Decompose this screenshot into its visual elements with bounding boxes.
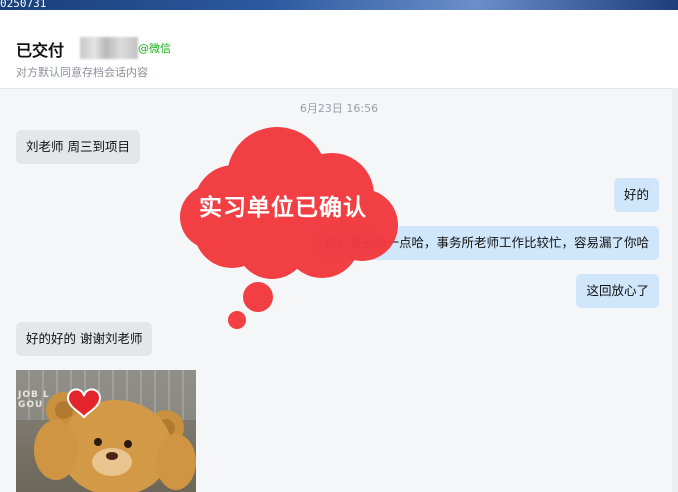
chat-title[interactable]: 已交付	[16, 37, 64, 61]
message-text: 自己要主动一点哈，事务所老师工作比较忙，容易漏了你哈	[323, 235, 649, 250]
message-bubble[interactable]: 刘老师 周三到项目	[16, 130, 140, 164]
message-text: 好的好的 谢谢刘老师	[26, 331, 143, 346]
teddy-bear-heart-icon	[34, 388, 196, 492]
chat-header: 已交付 @微信 对方默认同意存档会话内容	[0, 10, 678, 89]
message-bubble[interactable]: 这回放心了	[576, 274, 659, 308]
message-bubble[interactable]: 好的	[613, 178, 659, 212]
chat-scrollbar[interactable]	[672, 88, 678, 492]
window-top-strip: 0250731	[0, 0, 678, 10]
blurred-contact-name	[80, 37, 138, 59]
message-timestamp: 6月23日 16:56	[299, 102, 379, 115]
message-text: 这回放心了	[586, 283, 649, 298]
archive-notice: 对方默认同意存档会话内容	[16, 66, 148, 79]
sticker-text: 实习单位已确认	[199, 195, 367, 221]
image-message[interactable]: JOB L GOU	[16, 370, 196, 492]
message-bubble[interactable]: 自己要主动一点哈，事务所老师工作比较忙，容易漏了你哈	[313, 226, 659, 260]
message-bubble[interactable]: 好的好的 谢谢刘老师	[16, 322, 153, 356]
top-strip-text: 0250731	[0, 0, 47, 10]
message-text: 好的	[623, 187, 649, 202]
message-text: 刘老师 周三到项目	[26, 139, 130, 154]
wechat-tag: @微信	[138, 42, 171, 55]
